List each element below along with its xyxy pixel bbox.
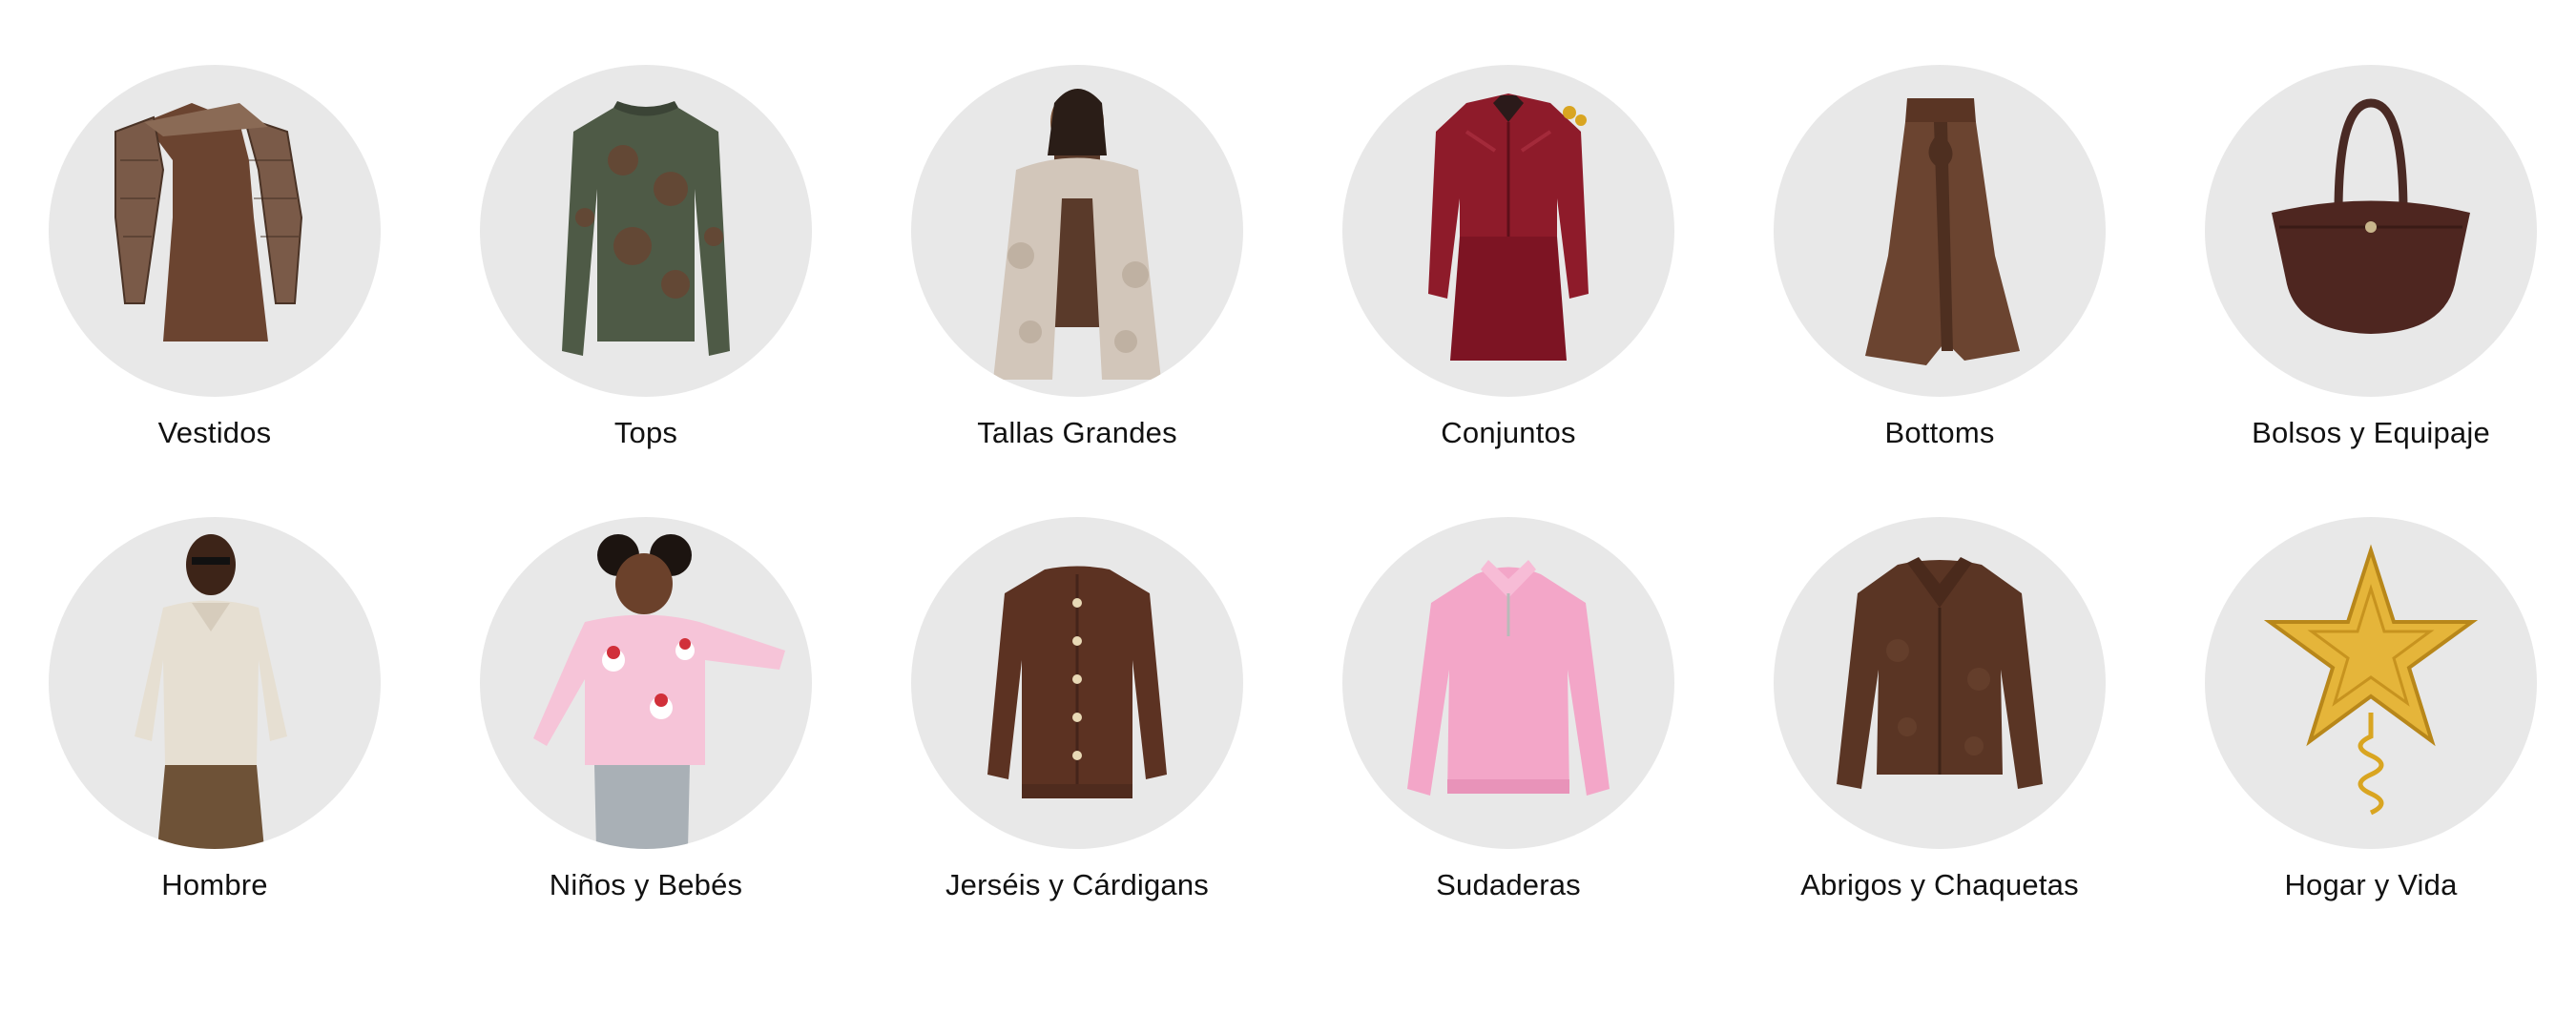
category-ninos-y-bebes[interactable]: Niños y Bebés — [446, 517, 846, 937]
category-label: Jerséis y Cárdigans — [945, 868, 1210, 901]
category-grid: Vestidos Tops Tallas Grandes Conjuntos B… — [0, 0, 2576, 1014]
category-image — [2205, 517, 2537, 849]
matching-set-icon — [1428, 93, 1589, 361]
category-label: Bottoms — [1884, 416, 1995, 449]
category-label: Niños y Bebés — [549, 868, 743, 901]
category-jerseis-y-cardigans[interactable]: Jerséis y Cárdigans — [877, 517, 1278, 937]
menswear-icon — [135, 534, 287, 849]
plus-size-coat-icon — [993, 89, 1161, 380]
category-label: Conjuntos — [1441, 416, 1576, 449]
kids-sweater-icon — [533, 534, 785, 849]
category-image — [911, 65, 1243, 397]
fur-jacket-icon — [1837, 557, 2043, 789]
category-bolsos-y-equipaje[interactable]: Bolsos y Equipaje — [2171, 65, 2571, 485]
category-image — [1774, 65, 2106, 397]
category-label: Bolsos y Equipaje — [2252, 416, 2490, 449]
category-image — [49, 517, 381, 849]
category-label: Sudaderas — [1436, 868, 1581, 901]
skirt-icon — [1865, 98, 2020, 365]
category-image — [1774, 517, 2106, 849]
category-label: Abrigos y Chaquetas — [1800, 868, 2079, 901]
category-label: Hombre — [161, 868, 268, 901]
top-icon — [562, 101, 730, 356]
cardigan-icon — [987, 566, 1167, 798]
sweatshirt-icon — [1407, 560, 1610, 796]
category-hogar-y-vida[interactable]: Hogar y Vida — [2171, 517, 2571, 937]
category-label: Tallas Grandes — [977, 416, 1177, 449]
category-image — [480, 65, 812, 397]
category-bottoms[interactable]: Bottoms — [1739, 65, 2140, 485]
category-image — [2205, 65, 2537, 397]
category-label: Tops — [613, 416, 678, 449]
category-vestidos[interactable]: Vestidos — [14, 65, 415, 485]
category-label: Vestidos — [157, 416, 272, 449]
category-conjuntos[interactable]: Conjuntos — [1308, 65, 1709, 485]
handbag-icon — [2272, 98, 2470, 334]
category-image — [911, 517, 1243, 849]
category-image — [1342, 517, 1674, 849]
dress-icon — [114, 103, 303, 341]
category-image — [480, 517, 812, 849]
category-sudaderas[interactable]: Sudaderas — [1308, 517, 1709, 937]
category-label: Hogar y Vida — [2284, 868, 2458, 901]
category-image — [1342, 65, 1674, 397]
category-abrigos-y-chaquetas[interactable]: Abrigos y Chaquetas — [1739, 517, 2140, 937]
category-image — [49, 65, 381, 397]
category-tops[interactable]: Tops — [446, 65, 846, 485]
star-tree-topper-icon — [2263, 544, 2479, 816]
category-tallas-grandes[interactable]: Tallas Grandes — [877, 65, 1278, 485]
category-hombre[interactable]: Hombre — [14, 517, 415, 937]
